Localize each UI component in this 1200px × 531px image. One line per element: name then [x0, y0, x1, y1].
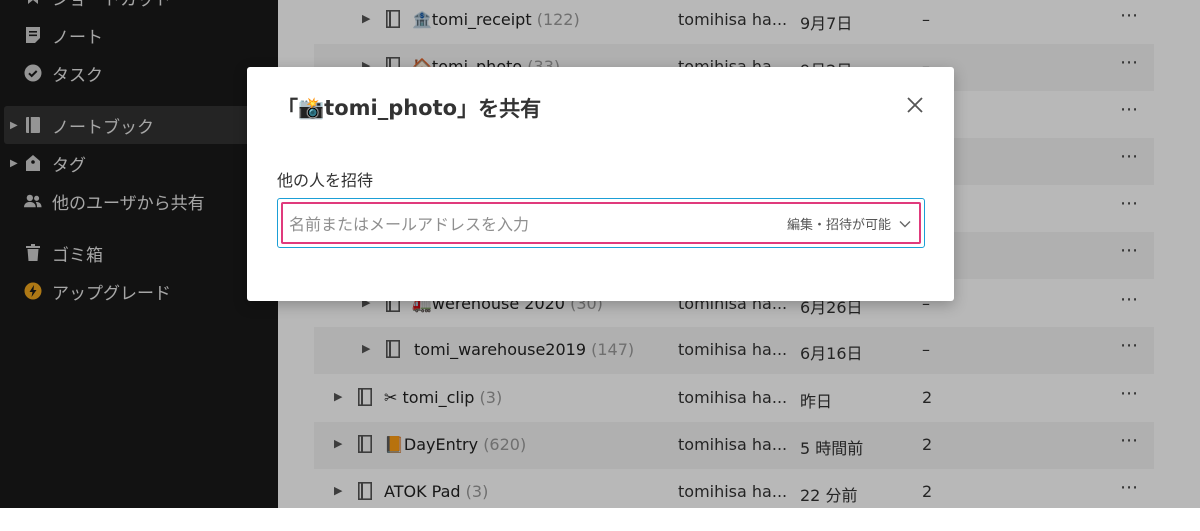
share-notebook-dialog: 「📸tomi_photo」を共有 他の人を招待 編集・招待が可能: [247, 67, 954, 301]
invite-label: 他の人を招待: [277, 171, 374, 190]
invite-highlight: 編集・招待が可能: [281, 202, 921, 244]
invite-input[interactable]: [289, 210, 769, 238]
camera-emoji: 📸: [298, 95, 325, 120]
permission-label: 編集・招待が可能: [786, 218, 891, 233]
evernote-app: ショートカット ノート タスク ▶ ノートブック ▶ タグ: [0, 0, 1200, 531]
permission-dropdown[interactable]: 編集・招待が可能: [787, 214, 911, 233]
bottom-strip: [0, 508, 1200, 531]
chevron-down-icon: [899, 220, 911, 227]
dialog-notebook-name: tomi_photo: [324, 96, 458, 120]
invite-field[interactable]: 編集・招待が可能: [277, 198, 925, 248]
close-icon[interactable]: [905, 95, 925, 115]
dialog-title: 「📸 tomi_photo 」を共有: [277, 95, 542, 122]
